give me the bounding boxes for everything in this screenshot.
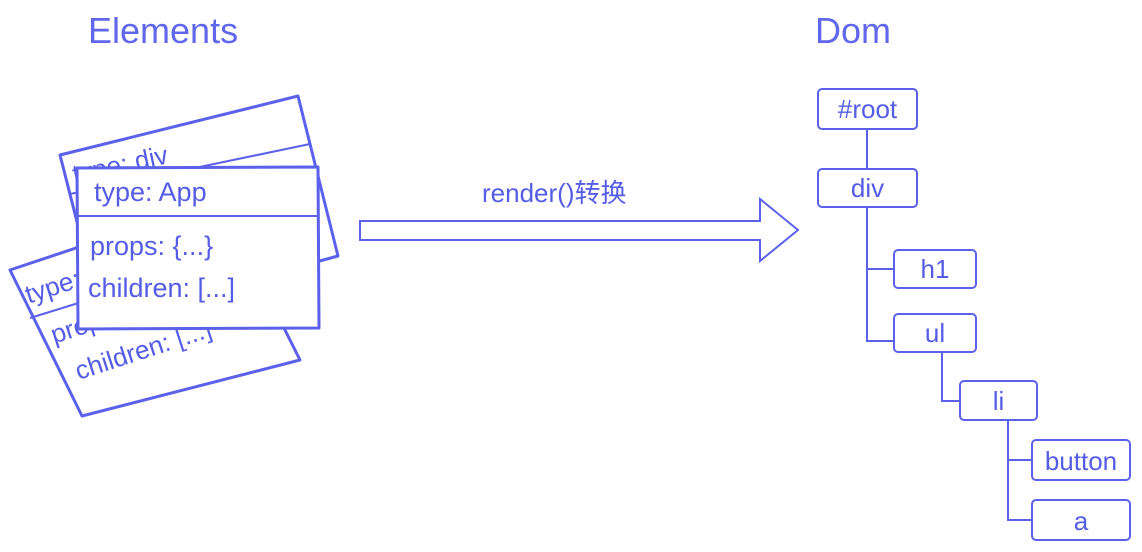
dom-tree: #root div h1 ul li button a bbox=[817, 88, 1131, 541]
dom-node-div-label: div bbox=[851, 173, 884, 203]
card-front-type: type: App bbox=[94, 177, 207, 207]
render-arrow-shape bbox=[359, 196, 800, 264]
dom-node-h1: h1 bbox=[893, 249, 977, 289]
connector-ul-li bbox=[941, 351, 960, 402]
dom-node-div: div bbox=[817, 168, 918, 208]
dom-node-li: li bbox=[959, 380, 1038, 421]
dom-node-root-label: #root bbox=[838, 94, 898, 124]
dom-node-a-label: a bbox=[1074, 506, 1089, 536]
dom-node-root: #root bbox=[817, 88, 918, 130]
element-card-front: type: App props: {...} children: [...] bbox=[75, 165, 321, 331]
dom-title: Dom bbox=[815, 10, 891, 51]
render-arrow: render()转换 bbox=[359, 178, 800, 264]
elements-title: Elements bbox=[88, 10, 238, 51]
connector-div-ul bbox=[866, 207, 894, 342]
diagram-canvas: Elements Dom type: App props: {...} chil… bbox=[8, 10, 1131, 541]
card-front-children: children: [...] bbox=[88, 273, 235, 303]
render-arrow-label: render()转换 bbox=[482, 178, 626, 208]
card-front-props: props: {...} bbox=[90, 231, 213, 261]
dom-node-a: a bbox=[1031, 499, 1131, 541]
dom-node-h1-label: h1 bbox=[921, 254, 950, 284]
element-card-stack: type: App props: {...} children: [...] t… bbox=[8, 94, 340, 418]
dom-node-button: button bbox=[1031, 439, 1131, 481]
dom-node-ul: ul bbox=[893, 313, 977, 353]
dom-node-li-label: li bbox=[993, 386, 1005, 416]
dom-node-button-label: button bbox=[1045, 446, 1117, 476]
connector-li-a bbox=[1007, 420, 1032, 521]
dom-node-ul-label: ul bbox=[925, 318, 945, 348]
